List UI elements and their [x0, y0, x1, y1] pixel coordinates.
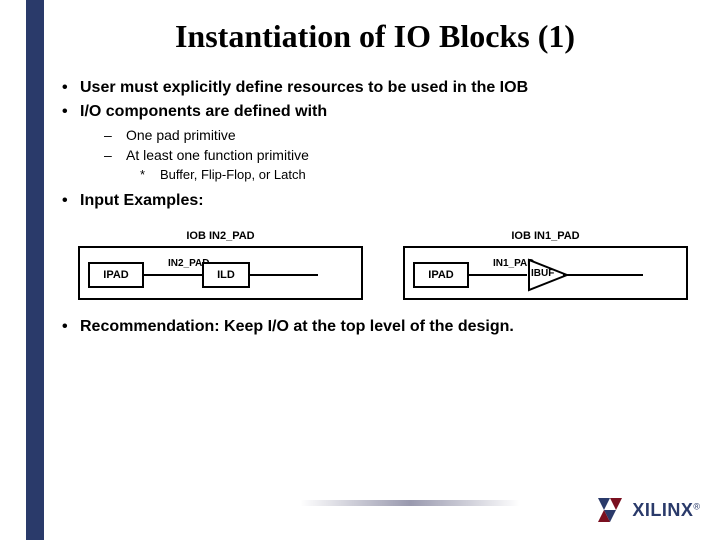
bullet-dot-icon: •: [62, 79, 80, 97]
bullet-dot-icon: •: [62, 318, 80, 336]
bullet-dash-icon: –: [104, 127, 126, 143]
wire: [142, 274, 202, 276]
bullet-text: One pad primitive: [126, 127, 236, 143]
bullet-text: I/O components are defined with: [80, 103, 327, 121]
bullet-dot-icon: •: [62, 192, 80, 210]
bullet-text: User must explicitly define resources to…: [80, 79, 528, 97]
bullet-level1: • I/O components are defined with: [62, 103, 700, 121]
iob-box: IPAD IN1_PAD IBUF: [403, 246, 688, 300]
slide-content: Instantiation of IO Blocks (1) • User mu…: [50, 18, 700, 342]
left-accent-bar: [26, 0, 44, 540]
diagram-right: IOB IN1_PAD IPAD IN1_PAD IBUF: [403, 230, 688, 300]
bullet-text: Buffer, Flip-Flop, or Latch: [160, 167, 306, 182]
diagram-title: IOB IN1_PAD: [403, 230, 688, 242]
bullet-text: Recommendation: Keep I/O at the top leve…: [80, 318, 514, 336]
ibuf-label: IBUF: [531, 268, 554, 279]
registered-icon: ®: [693, 501, 700, 511]
iob-box: IPAD IN2_PAD ILD: [78, 246, 363, 300]
xilinx-mark-icon: [598, 498, 626, 522]
bullet-star-icon: *: [140, 167, 160, 182]
bullet-text: Input Examples:: [80, 192, 204, 210]
wire: [248, 274, 318, 276]
xilinx-logo: XILINX®: [598, 498, 700, 522]
ild-block: ILD: [202, 262, 250, 288]
bullet-level3: * Buffer, Flip-Flop, or Latch: [140, 167, 700, 182]
bullet-text: At least one function primitive: [126, 147, 309, 163]
bullet-dot-icon: •: [62, 103, 80, 121]
bullet-level1: • User must explicitly define resources …: [62, 79, 700, 97]
bullet-dash-icon: –: [104, 147, 126, 163]
slide-title: Instantiation of IO Blocks (1): [50, 18, 700, 55]
diagram-left: IOB IN2_PAD IPAD IN2_PAD ILD: [78, 230, 363, 300]
ipad-block: IPAD: [88, 262, 144, 288]
bullet-level2: – One pad primitive: [104, 127, 700, 143]
footer-accent-bar: [300, 500, 520, 506]
bullet-level2: – At least one function primitive: [104, 147, 700, 163]
bullet-level1: • Recommendation: Keep I/O at the top le…: [62, 318, 700, 336]
diagram-row: IOB IN2_PAD IPAD IN2_PAD ILD IOB IN1_PAD…: [78, 230, 688, 300]
ipad-block: IPAD: [413, 262, 469, 288]
wire: [563, 274, 643, 276]
bullet-level1: • Input Examples:: [62, 192, 700, 210]
logo-text: XILINX: [632, 500, 693, 520]
diagram-title: IOB IN2_PAD: [78, 230, 363, 242]
wire: [467, 274, 527, 276]
